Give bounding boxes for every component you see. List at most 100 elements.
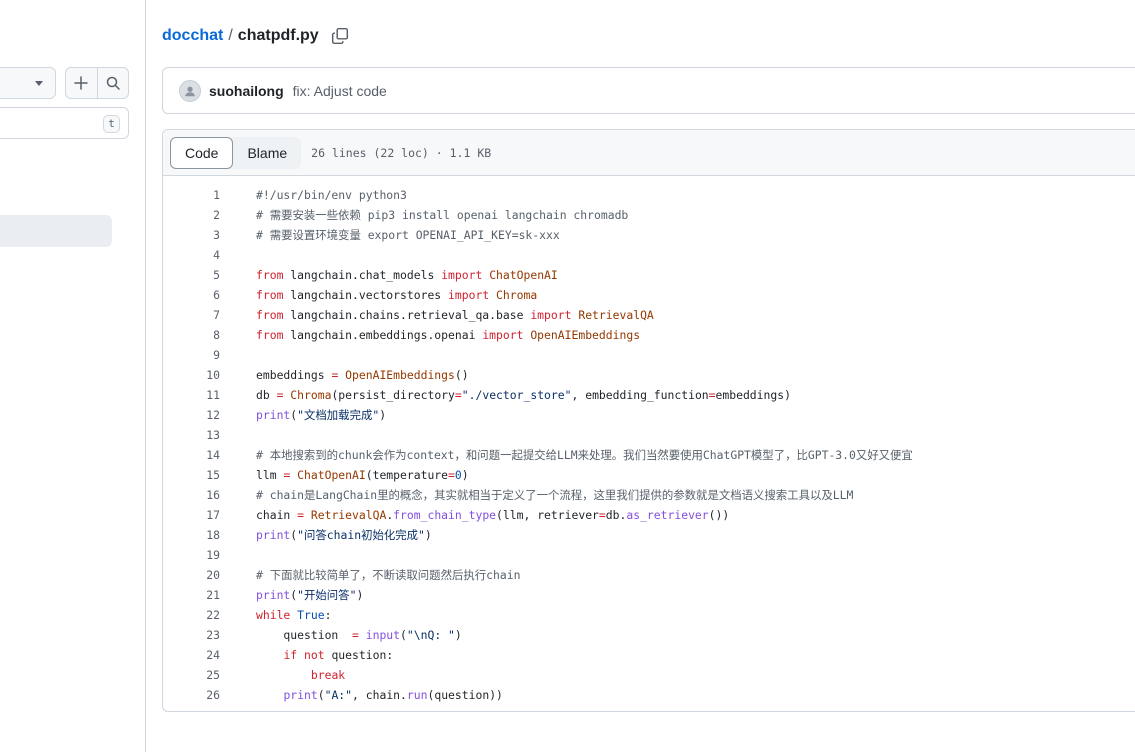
code-line: 24 if not question:	[163, 645, 1135, 665]
line-content: question = input("\nQ: ")	[256, 628, 462, 642]
line-content: # 下面就比较简单了，不断读取问题然后执行chain	[256, 568, 521, 582]
line-number[interactable]: 13	[163, 428, 220, 442]
line-number[interactable]: 3	[163, 228, 220, 242]
code-listing: 1 #!/usr/bin/env python3 2 # 需要安装一些依赖 pip3 …	[163, 176, 1135, 705]
breadcrumb-file-name: chatpdf.py	[237, 27, 319, 44]
line-content: #!/usr/bin/env python3	[256, 188, 407, 202]
code-line: 17 chain = RetrievalQA.from_chain_type(ll…	[163, 505, 1135, 525]
line-number[interactable]: 4	[163, 248, 220, 262]
line-content: from langchain.chat_models import ChatOp…	[256, 268, 558, 282]
line-number[interactable]: 6	[163, 288, 220, 302]
line-content: from langchain.vectorstores import Chrom…	[256, 288, 538, 302]
line-number[interactable]: 18	[163, 528, 220, 542]
line-number[interactable]: 10	[163, 368, 220, 382]
breadcrumb: docchat / chatpdf.py	[162, 24, 349, 48]
commit-message[interactable]: fix: Adjust code	[293, 83, 387, 99]
line-content: # 本地搜索到的chunk会作为context，和问题一起提交给LLM来处理。我…	[256, 448, 913, 462]
code-line: 7 from langchain.chains.retrieval_qa.base…	[163, 305, 1135, 325]
breadcrumb-separator: /	[228, 27, 233, 44]
line-number[interactable]: 5	[163, 268, 220, 282]
code-line: 11 db = Chroma(persist_directory="./vecto…	[163, 385, 1135, 405]
commit-author[interactable]: suohailong	[209, 83, 284, 99]
view-mode-toggle: Code Blame	[170, 136, 302, 169]
line-number[interactable]: 15	[163, 468, 220, 482]
line-number[interactable]: 23	[163, 628, 220, 642]
code-line: 16 # chain是LangChain里的概念，其实就相当于定义了一个流程，这里…	[163, 485, 1135, 505]
line-number[interactable]: 22	[163, 608, 220, 622]
line-content: from langchain.chains.retrieval_qa.base …	[256, 308, 654, 322]
line-number[interactable]: 12	[163, 408, 220, 422]
code-line: 1 #!/usr/bin/env python3	[163, 185, 1135, 205]
line-content: chain = RetrievalQA.from_chain_type(llm,…	[256, 508, 730, 522]
breadcrumb-repo-link[interactable]: docchat	[162, 27, 223, 45]
tree-actions	[65, 67, 129, 99]
line-content: print("A:", chain.run(question))	[283, 688, 503, 702]
add-file-button[interactable]	[66, 68, 97, 98]
line-number[interactable]: 21	[163, 588, 220, 602]
line-content: # 需要设置环境变量 export OPENAI_API_KEY=sk-xxx	[256, 228, 560, 242]
line-number[interactable]: 11	[163, 388, 220, 402]
line-content: break	[310, 668, 346, 682]
line-content: from langchain.embeddings.openai import …	[256, 328, 641, 342]
line-number[interactable]: 19	[163, 548, 220, 562]
code-line: 14 # 本地搜索到的chunk会作为context，和问题一起提交给LLM来处理…	[163, 445, 1135, 465]
tree-item-selected[interactable]	[0, 215, 112, 247]
latest-commit-bar: suohailong fix: Adjust code	[162, 67, 1135, 114]
code-line: 21 print("开始问答")	[163, 585, 1135, 605]
shortcut-key: t	[103, 115, 120, 133]
code-line: 5 from langchain.chat_models import ChatO…	[163, 265, 1135, 285]
code-line: 23 question = input("\nQ: ")	[163, 625, 1135, 645]
code-line: 10 embeddings = OpenAIEmbeddings()	[163, 365, 1135, 385]
search-icon	[106, 76, 120, 90]
copy-path-icon[interactable]	[331, 27, 349, 45]
code-line: 9	[163, 345, 1135, 365]
line-number[interactable]: 7	[163, 308, 220, 322]
file-header: Code Blame 26 lines (22 loc) · 1.1 KB	[163, 130, 1135, 176]
line-number[interactable]: 17	[163, 508, 220, 522]
line-number[interactable]: 25	[163, 668, 220, 682]
go-to-file-input[interactable]: t	[0, 107, 129, 139]
search-button[interactable]	[96, 68, 129, 98]
line-number[interactable]: 16	[163, 488, 220, 502]
line-content: # 需要安装一些依赖 pip3 install openai langchain…	[256, 208, 629, 222]
file-tree-sidebar: t	[0, 0, 146, 752]
code-line: 26 print("A:", chain.run(question))	[163, 685, 1135, 705]
line-number[interactable]: 20	[163, 568, 220, 582]
line-number[interactable]: 1	[163, 188, 220, 202]
line-number[interactable]: 9	[163, 348, 220, 362]
line-content: db = Chroma(persist_directory="./vector_…	[256, 388, 791, 402]
code-line: 2 # 需要安装一些依赖 pip3 install openai langchai…	[163, 205, 1135, 225]
line-content: embeddings = OpenAIEmbeddings()	[256, 368, 469, 382]
line-number[interactable]: 24	[163, 648, 220, 662]
line-content: while True:	[256, 608, 332, 622]
code-line: 3 # 需要设置环境变量 export OPENAI_API_KEY=sk-xxx	[163, 225, 1135, 245]
code-line: 18 print("问答chain初始化完成")	[163, 525, 1135, 545]
tab-code[interactable]: Code	[170, 136, 234, 169]
user-icon	[185, 86, 195, 96]
line-content: llm = ChatOpenAI(temperature=0)	[256, 468, 469, 482]
code-line: 12 print("文档加载完成")	[163, 405, 1135, 425]
file-meta-info: 26 lines (22 loc) · 1.1 KB	[311, 145, 492, 160]
line-content: print("开始问答")	[256, 588, 364, 602]
code-line: 25 break	[163, 665, 1135, 685]
line-number[interactable]: 2	[163, 208, 220, 222]
line-content: print("问答chain初始化完成")	[256, 528, 432, 542]
code-line: 4	[163, 245, 1135, 265]
code-line: 15 llm = ChatOpenAI(temperature=0)	[163, 465, 1135, 485]
line-number[interactable]: 8	[163, 328, 220, 342]
code-line: 6 from langchain.vectorstores import Chro…	[163, 285, 1135, 305]
line-content: if not question:	[283, 648, 394, 662]
line-number[interactable]: 14	[163, 448, 220, 462]
line-content: print("文档加载完成")	[256, 408, 387, 422]
code-line: 22 while True:	[163, 605, 1135, 625]
code-line: 19	[163, 545, 1135, 565]
branch-selector[interactable]	[0, 67, 56, 99]
plus-icon	[74, 76, 88, 90]
line-content: # chain是LangChain里的概念，其实就相当于定义了一个流程，这里我们…	[256, 488, 854, 502]
avatar[interactable]	[179, 79, 201, 102]
line-number[interactable]: 26	[163, 688, 220, 702]
code-line: 13	[163, 425, 1135, 445]
code-line: 20 # 下面就比较简单了，不断读取问题然后执行chain	[163, 565, 1135, 585]
tab-blame[interactable]: Blame	[233, 137, 301, 169]
file-viewer: Code Blame 26 lines (22 loc) · 1.1 KB 1 #…	[162, 129, 1135, 712]
